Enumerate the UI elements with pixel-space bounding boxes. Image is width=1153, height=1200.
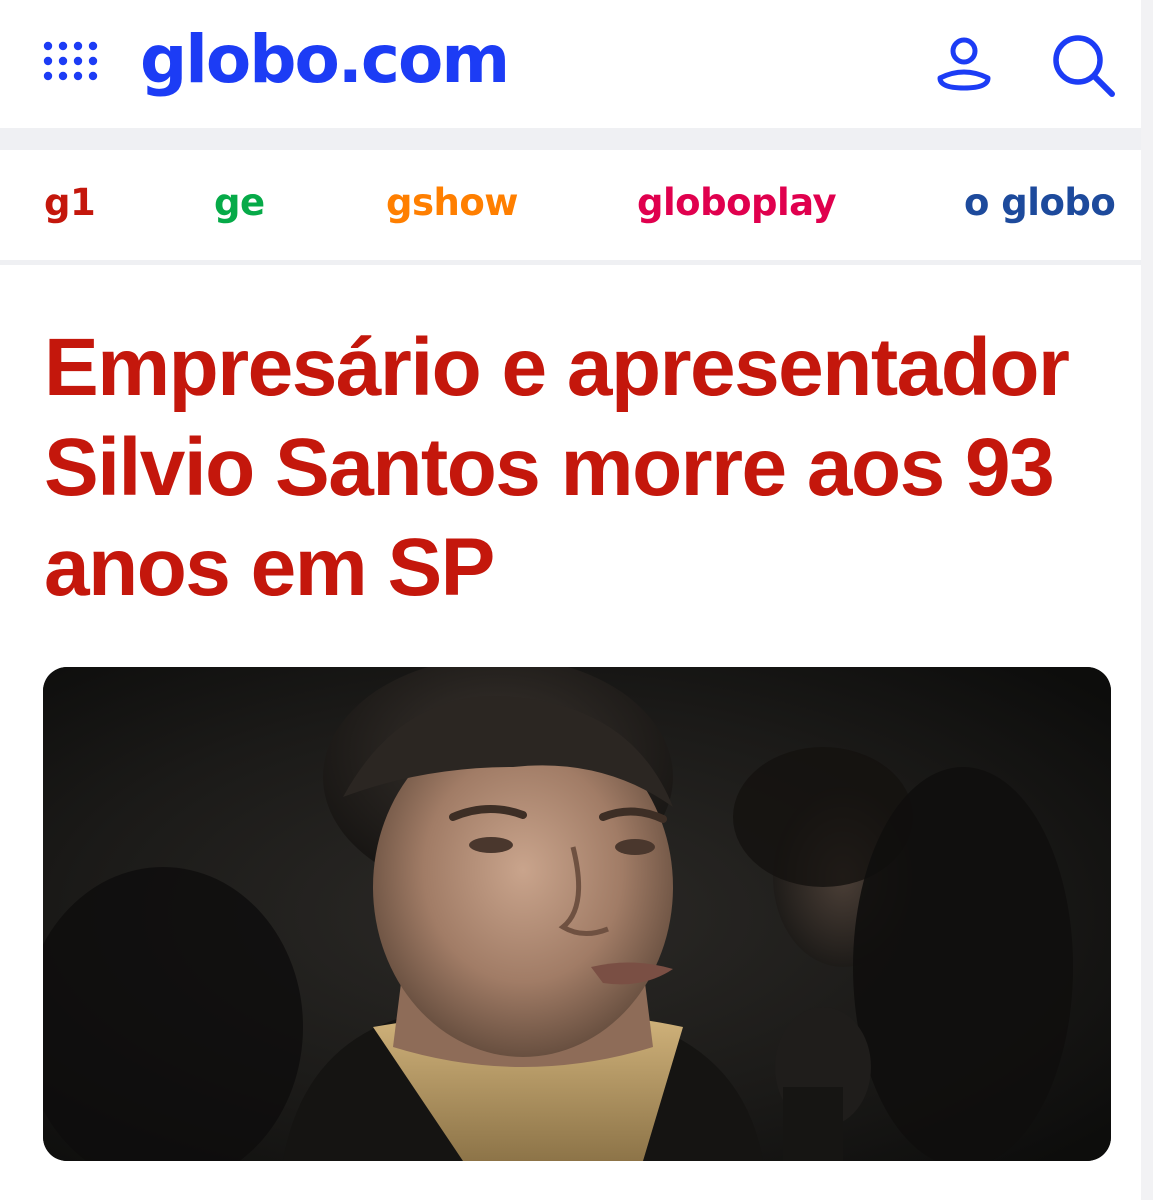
nav-link-g1[interactable]: g1 [44, 178, 96, 228]
user-icon[interactable] [934, 34, 994, 94]
portal-nav: g1 ge gshow globoplay o globo [0, 150, 1153, 260]
scrollbar-track [1141, 0, 1153, 1200]
nav-link-o-globo[interactable]: o globo [964, 178, 1116, 228]
apps-grid-icon[interactable] [40, 38, 100, 94]
nav-link-gshow[interactable]: gshow [386, 178, 518, 228]
header: globo.com [0, 0, 1153, 128]
header-divider [0, 128, 1153, 150]
search-icon[interactable] [1050, 32, 1116, 98]
article-photo[interactable] [43, 667, 1111, 1161]
globo-logo[interactable]: globo.com [140, 18, 510, 102]
article-photo-image [43, 667, 1111, 1161]
article-headline[interactable]: Empresário e apresentador Silvio Santos … [44, 318, 1124, 618]
nav-divider [0, 260, 1153, 265]
nav-link-globoplay[interactable]: globoplay [637, 178, 837, 228]
nav-link-ge[interactable]: ge [214, 178, 265, 228]
